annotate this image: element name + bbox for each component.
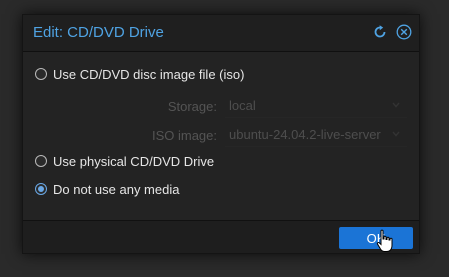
dialog-footer: OK — [23, 220, 419, 253]
chevron-down-icon — [392, 102, 400, 108]
radio-label: Use CD/DVD disc image file (iso) — [53, 66, 245, 82]
reset-icon[interactable] — [372, 24, 388, 40]
dialog-title: Edit: CD/DVD Drive — [33, 24, 164, 41]
storage-label: Storage: — [167, 99, 217, 114]
radio-use-iso-file[interactable]: Use CD/DVD disc image file (iso) — [35, 65, 244, 83]
iso-image-select[interactable]: ubuntu-24.04.2-live-server — [225, 124, 407, 147]
storage-value: local — [229, 98, 256, 113]
radio-button[interactable] — [35, 155, 47, 167]
ok-button[interactable]: OK — [339, 227, 413, 249]
radio-label: Do not use any media — [53, 181, 180, 197]
dialog-body: Use CD/DVD disc image file (iso) Storage… — [23, 52, 419, 222]
dialog-titlebar[interactable]: Edit: CD/DVD Drive — [23, 15, 419, 52]
radio-label: Use physical CD/DVD Drive — [53, 153, 215, 169]
ok-button-label: OK — [366, 230, 386, 246]
close-icon[interactable] — [396, 24, 412, 40]
edit-cd-dvd-drive-dialog: Edit: CD/DVD Drive Use CD/DVD disc image… — [22, 14, 420, 254]
iso-image-label: ISO image: — [151, 128, 217, 143]
iso-image-value: ubuntu-24.04.2-live-server — [229, 127, 381, 142]
radio-button-checked[interactable] — [35, 183, 47, 195]
chevron-down-icon — [392, 131, 400, 137]
radio-no-media[interactable]: Do not use any media — [35, 180, 179, 198]
radio-use-physical-drive[interactable]: Use physical CD/DVD Drive — [35, 152, 214, 170]
radio-button[interactable] — [35, 68, 47, 80]
storage-select[interactable]: local — [225, 95, 407, 118]
